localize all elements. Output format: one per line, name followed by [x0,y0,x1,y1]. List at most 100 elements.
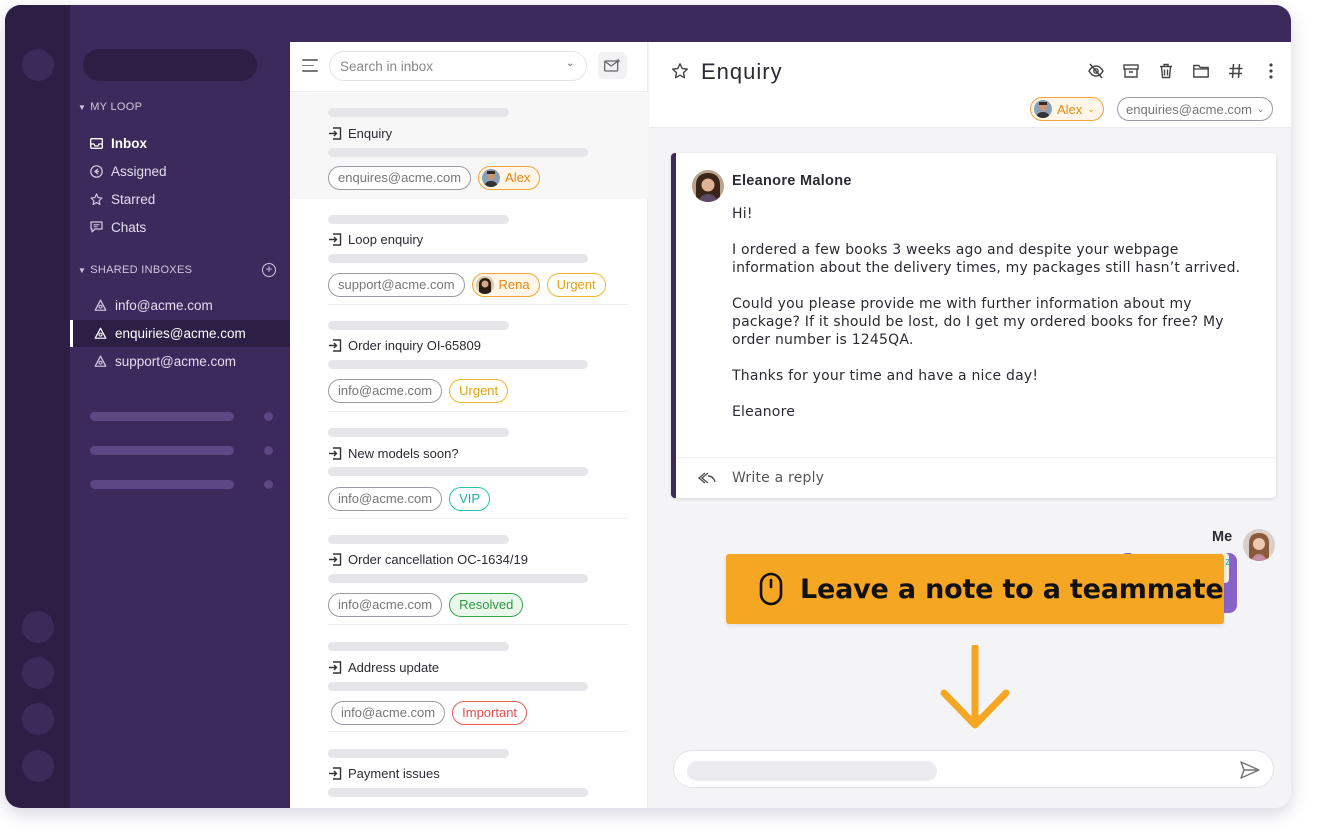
section-title: SHARED INBOXES [90,264,193,276]
conversation-tags: support@acme.com Rena Urgent [328,273,606,297]
conversation-tags: info@acme.com Important [331,701,528,725]
inbox-tag: info@acme.com [331,701,446,725]
trash-icon[interactable] [1157,62,1175,80]
conversation-subject: Address update [328,660,439,675]
conversation-subject: Order cancellation OC-1634/19 [328,552,528,567]
list-item[interactable]: Payment issues [290,732,648,808]
folder-icon[interactable] [1192,62,1210,80]
assignee-dropdown[interactable]: Alex ⌄ [1030,97,1104,121]
inbox-icon [90,137,103,150]
message-paragraph: Eleanore [732,404,796,420]
sidebar-placeholder-dot [264,446,273,455]
menu-icon[interactable] [302,59,318,72]
list-item[interactable]: Order inquiry OI-65809 info@acme.com Urg… [290,306,648,412]
section-shared-inboxes[interactable]: ▼ SHARED INBOXES [78,264,192,276]
star-icon[interactable] [671,62,689,80]
composer-placeholder [687,761,937,781]
message-paragraph: I ordered a few books 3 weeks ago and de… [732,242,1241,276]
rail-button-placeholder[interactable] [22,611,54,643]
assignee-tag: Alex [478,166,541,190]
incoming-icon [329,233,342,246]
label-tag: Urgent [546,273,606,297]
incoming-icon [329,447,342,460]
sidebar-search-placeholder[interactable] [83,49,257,81]
reply-button[interactable]: Write a reply [676,457,1276,497]
add-shared-inbox-icon[interactable]: + [262,263,276,277]
sidebar-item-label: enquiries@acme.com [115,325,246,341]
list-header: ⌄ [290,42,648,92]
rail-button-placeholder[interactable] [22,703,54,735]
sidebar-item-label: support@acme.com [115,353,236,369]
search-input[interactable] [329,51,587,81]
more-vertical-icon[interactable] [1262,62,1280,80]
star-icon [90,192,103,206]
callout-banner: Leave a note to a teammate [726,554,1224,624]
send-icon[interactable] [1239,760,1261,780]
rail-button-placeholder[interactable] [22,750,54,782]
rail-avatar-placeholder[interactable] [22,49,54,81]
sidebar-item-inbox[interactable]: Inbox [90,132,147,154]
incoming-icon [329,661,342,674]
inbox-tag: info@acme.com [328,379,443,403]
chevron-down-icon: ▼ [78,265,87,275]
sidebar-item-assigned[interactable]: Assigned [90,160,167,182]
arrow-down-icon [940,645,1010,729]
list-item[interactable]: New models soon? info@acme.com VIP [290,413,648,519]
section-my-loop[interactable]: ▼ MY LOOP [78,101,142,113]
list-item[interactable]: Order cancellation OC-1634/19 info@acme.… [290,519,648,625]
list-item[interactable]: Loop enquiry support@acme.com Rena Urgen… [290,199,648,305]
message-card: Eleanore Malone Hi! I ordered a few book… [671,153,1276,498]
app-window: ▼ MY LOOP Inbox Assigned Starred Chats ▼… [5,5,1291,808]
rail-button-placeholder[interactable] [22,657,54,689]
reply-all-icon [698,472,716,484]
inbox-tag: support@acme.com [328,273,465,297]
page-title: Enquiry [701,59,783,84]
hide-icon[interactable] [1087,62,1105,80]
conversation-subject: New models soon? [328,446,459,461]
sidebar-item-support-inbox[interactable]: support@acme.com [94,350,236,372]
top-bar [5,5,1291,42]
message-composer[interactable] [673,750,1274,788]
conversation-tags: info@acme.com VIP [328,487,491,511]
avatar [1243,529,1275,561]
archive-icon[interactable] [1122,62,1140,80]
chevron-down-icon[interactable]: ⌄ [566,58,574,69]
sidebar-item-info-inbox[interactable]: info@acme.com [94,294,213,316]
detail-header: Enquiry Alex ⌄ enquiries@acme.com ⌄ [649,42,1291,128]
detail-toolbar [1087,62,1280,80]
incoming-icon [329,127,342,140]
compose-button[interactable] [598,52,627,79]
conversation-tags: enquires@acme.com Alex [328,166,541,190]
conversation-tags: info@acme.com Resolved [328,593,524,617]
shared-inbox-icon [94,327,107,340]
sidebar-placeholder-dot [264,412,273,421]
conversation-detail: Enquiry Alex ⌄ enquiries@acme.com ⌄ Elea… [649,42,1291,808]
list-item[interactable]: Address update info@acme.com Important [290,626,648,732]
sidebar-item-starred[interactable]: Starred [90,188,155,210]
assigned-icon [90,164,103,178]
list-item[interactable]: Enquiry enquires@acme.com Alex [290,93,648,199]
conversation-subject: Payment issues [328,766,440,781]
sidebar-item-label: Inbox [111,135,147,151]
sidebar-item-enquiries-inbox[interactable]: enquiries@acme.com [94,322,246,344]
sidebar-placeholder-dot [264,480,273,489]
hashtag-icon[interactable] [1227,62,1245,80]
sidebar-item-chats[interactable]: Chats [90,216,146,238]
sidebar-item-label: Starred [111,191,156,207]
conversation-subject: Loop enquiry [328,232,423,247]
message-author: Eleanore Malone [732,173,852,189]
shared-inbox-icon [94,355,107,368]
incoming-icon [329,553,342,566]
avatar [692,170,724,202]
app-rail [5,5,70,808]
sidebar-placeholder-bar [90,446,234,455]
inbox-tag: enquires@acme.com [328,166,472,190]
sidebar-item-label: Assigned [111,163,167,179]
incoming-icon [329,767,342,780]
message-body: Hi! I ordered a few books 3 weeks ago an… [732,205,1257,439]
sidebar: ▼ MY LOOP Inbox Assigned Starred Chats ▼… [70,42,290,808]
sidebar-item-label: Chats [111,219,147,235]
inbox-dropdown[interactable]: enquiries@acme.com ⌄ [1117,97,1274,121]
label-tag: Resolved [449,593,524,617]
chevron-down-icon: ⌄ [1087,103,1095,114]
